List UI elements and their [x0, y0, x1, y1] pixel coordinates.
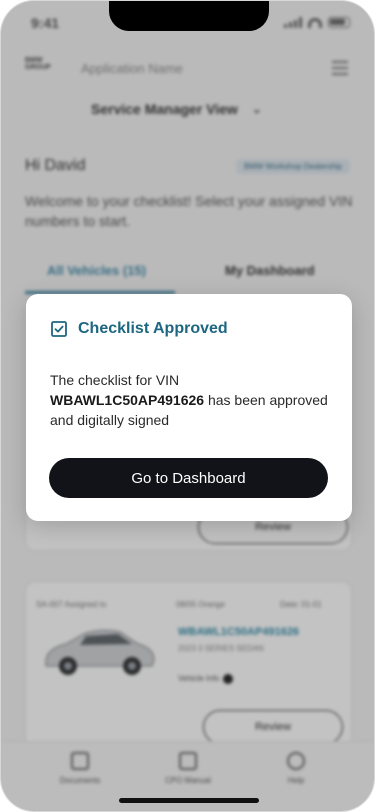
home-indicator [119, 798, 259, 803]
modal-title: Checklist Approved [78, 320, 228, 337]
checkbox-checked-icon [51, 321, 67, 337]
modal-message-prefix: The checklist for VIN [50, 372, 180, 388]
checklist-approved-modal: Checklist Approved The checklist for VIN… [26, 294, 352, 521]
phone-frame: 9:41 BMW GROUP Application Name Service … [0, 0, 375, 812]
go-to-dashboard-button[interactable]: Go to Dashboard [49, 458, 328, 498]
device-notch [109, 1, 269, 31]
modal-header: Checklist Approved [50, 320, 228, 338]
modal-vin: WBAWL1C50AP491626 [50, 392, 205, 408]
modal-message: The checklist for VIN WBAWL1C50AP491626 h… [50, 370, 330, 430]
